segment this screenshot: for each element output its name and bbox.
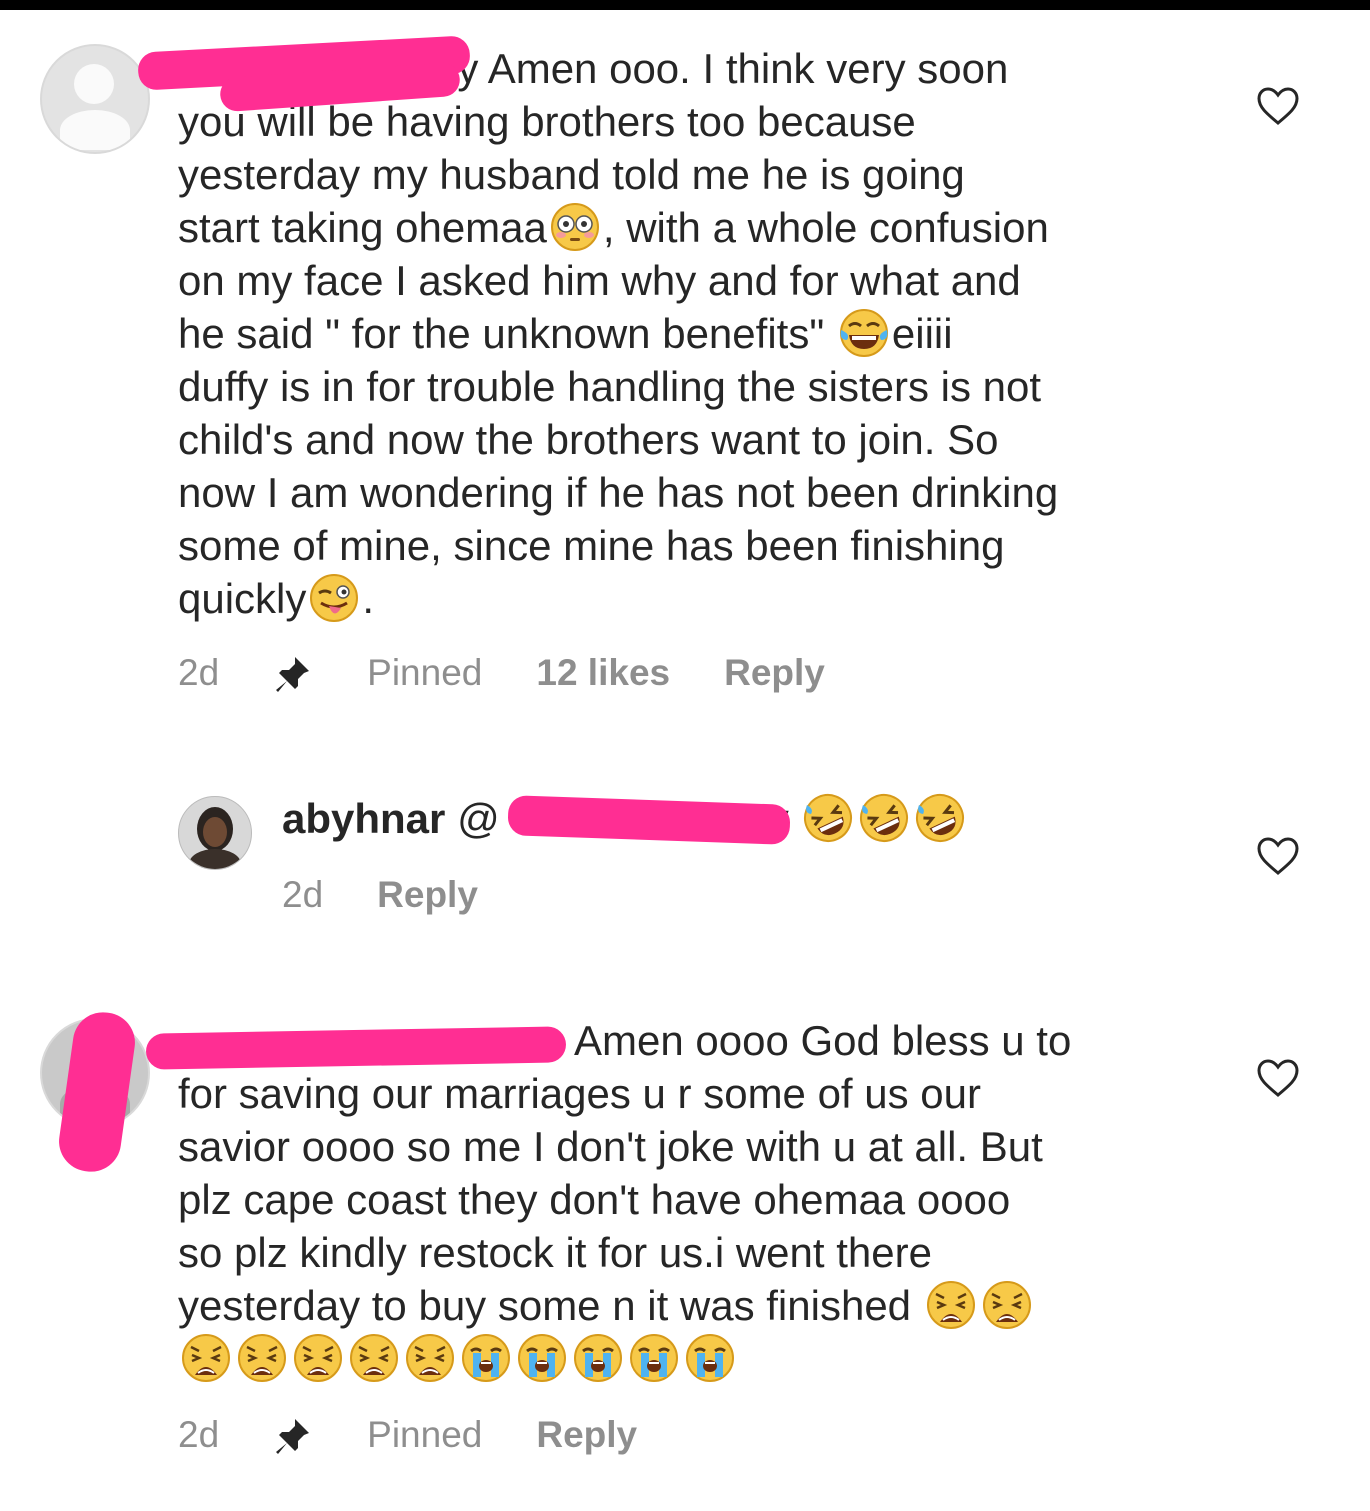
username[interactable]: abyhnar	[282, 795, 445, 842]
loudly-crying-emoji-icon	[462, 1334, 510, 1382]
comment-line: yesterday to buy some n it was finished	[178, 1279, 1071, 1332]
weary-face-emoji-icon	[294, 1334, 342, 1382]
comment-line: start taking ohemaa, with a whole confus…	[178, 203, 1049, 251]
winking-tongue-emoji-icon	[310, 574, 359, 622]
weary-face-emoji-icon	[982, 1281, 1031, 1329]
loudly-crying-emoji-icon	[630, 1334, 678, 1382]
loudly-crying-emoji-icon	[518, 1334, 566, 1382]
reply-button[interactable]: Reply	[377, 874, 478, 916]
comment-line: quickly.	[178, 574, 375, 622]
comment-emoji-line	[178, 1332, 1071, 1385]
comment-1-meta: 2d Pinned 12 likes Reply	[178, 652, 879, 694]
comment-1-text: ly Amen ooo. I think very soon you will …	[178, 42, 1058, 625]
comment-time: 2d	[178, 652, 220, 693]
weary-face-emoji-icon	[350, 1334, 398, 1382]
comment-line: now I am wondering if he has not been dr…	[178, 469, 1059, 516]
loudly-crying-emoji-icon	[686, 1334, 734, 1382]
comment-line: on my face I asked him why and for what …	[178, 257, 1021, 304]
mention[interactable]: @	[457, 795, 500, 842]
rolling-on-floor-laughing-emoji-icon	[916, 794, 965, 842]
weary-face-emoji-icon	[238, 1334, 286, 1382]
likes-count[interactable]: 12 likes	[536, 652, 670, 694]
loudly-crying-emoji-icon	[574, 1334, 622, 1382]
rolling-on-floor-laughing-emoji-icon	[860, 794, 909, 842]
comment-line: yesterday my husband told me he is going	[178, 151, 965, 198]
comment-time: 2d	[178, 1414, 220, 1455]
weary-face-emoji-icon	[182, 1334, 230, 1382]
comment-time: 2d	[282, 874, 324, 915]
flushed-face-emoji-icon	[550, 203, 599, 251]
pinned-label: Pinned	[367, 652, 483, 693]
comment-3-text: Amen oooo God bless u to for saving our …	[178, 1014, 1071, 1385]
reply-button[interactable]: Reply	[536, 1414, 637, 1456]
avatar[interactable]	[40, 44, 150, 154]
heart-outline-icon[interactable]	[1256, 1058, 1300, 1098]
pinned-label: Pinned	[367, 1414, 483, 1455]
avatar-body-icon	[60, 110, 130, 150]
weary-face-emoji-icon	[406, 1334, 454, 1382]
comment-line: so plz kindly restock it for us.i went t…	[178, 1229, 932, 1276]
comment-line: child's and now the brothers want to joi…	[178, 416, 999, 463]
heart-outline-icon[interactable]	[1256, 86, 1300, 126]
weary-face-emoji-icon	[926, 1281, 975, 1329]
comment-line: duffy is in for trouble handling the sis…	[178, 363, 1042, 410]
rolling-on-floor-laughing-emoji-icon	[804, 794, 853, 842]
comment-3-meta: 2d Pinned Reply	[178, 1414, 691, 1456]
redaction-mark	[145, 1026, 567, 1070]
pin-icon	[273, 653, 313, 693]
pin-icon	[273, 1415, 313, 1455]
comment-2-meta: 2d Reply	[282, 874, 532, 916]
comment-line: for saving our marriages u r some of us …	[178, 1070, 982, 1117]
comment-line: some of mine, since mine has been finish…	[178, 522, 1005, 569]
avatar-head-icon	[74, 64, 114, 104]
heart-outline-icon[interactable]	[1256, 836, 1300, 876]
comment-line: savior oooo so me I don't joke with u at…	[178, 1123, 1043, 1170]
comment-line: plz cape coast they don't have ohemaa oo…	[178, 1176, 1011, 1223]
reply-button[interactable]: Reply	[724, 652, 825, 694]
avatar[interactable]	[178, 796, 252, 870]
comment-line: he said " for the unknown benefits" eiii…	[178, 309, 953, 357]
tears-of-joy-emoji-icon	[839, 309, 888, 357]
top-bar	[0, 0, 1370, 10]
